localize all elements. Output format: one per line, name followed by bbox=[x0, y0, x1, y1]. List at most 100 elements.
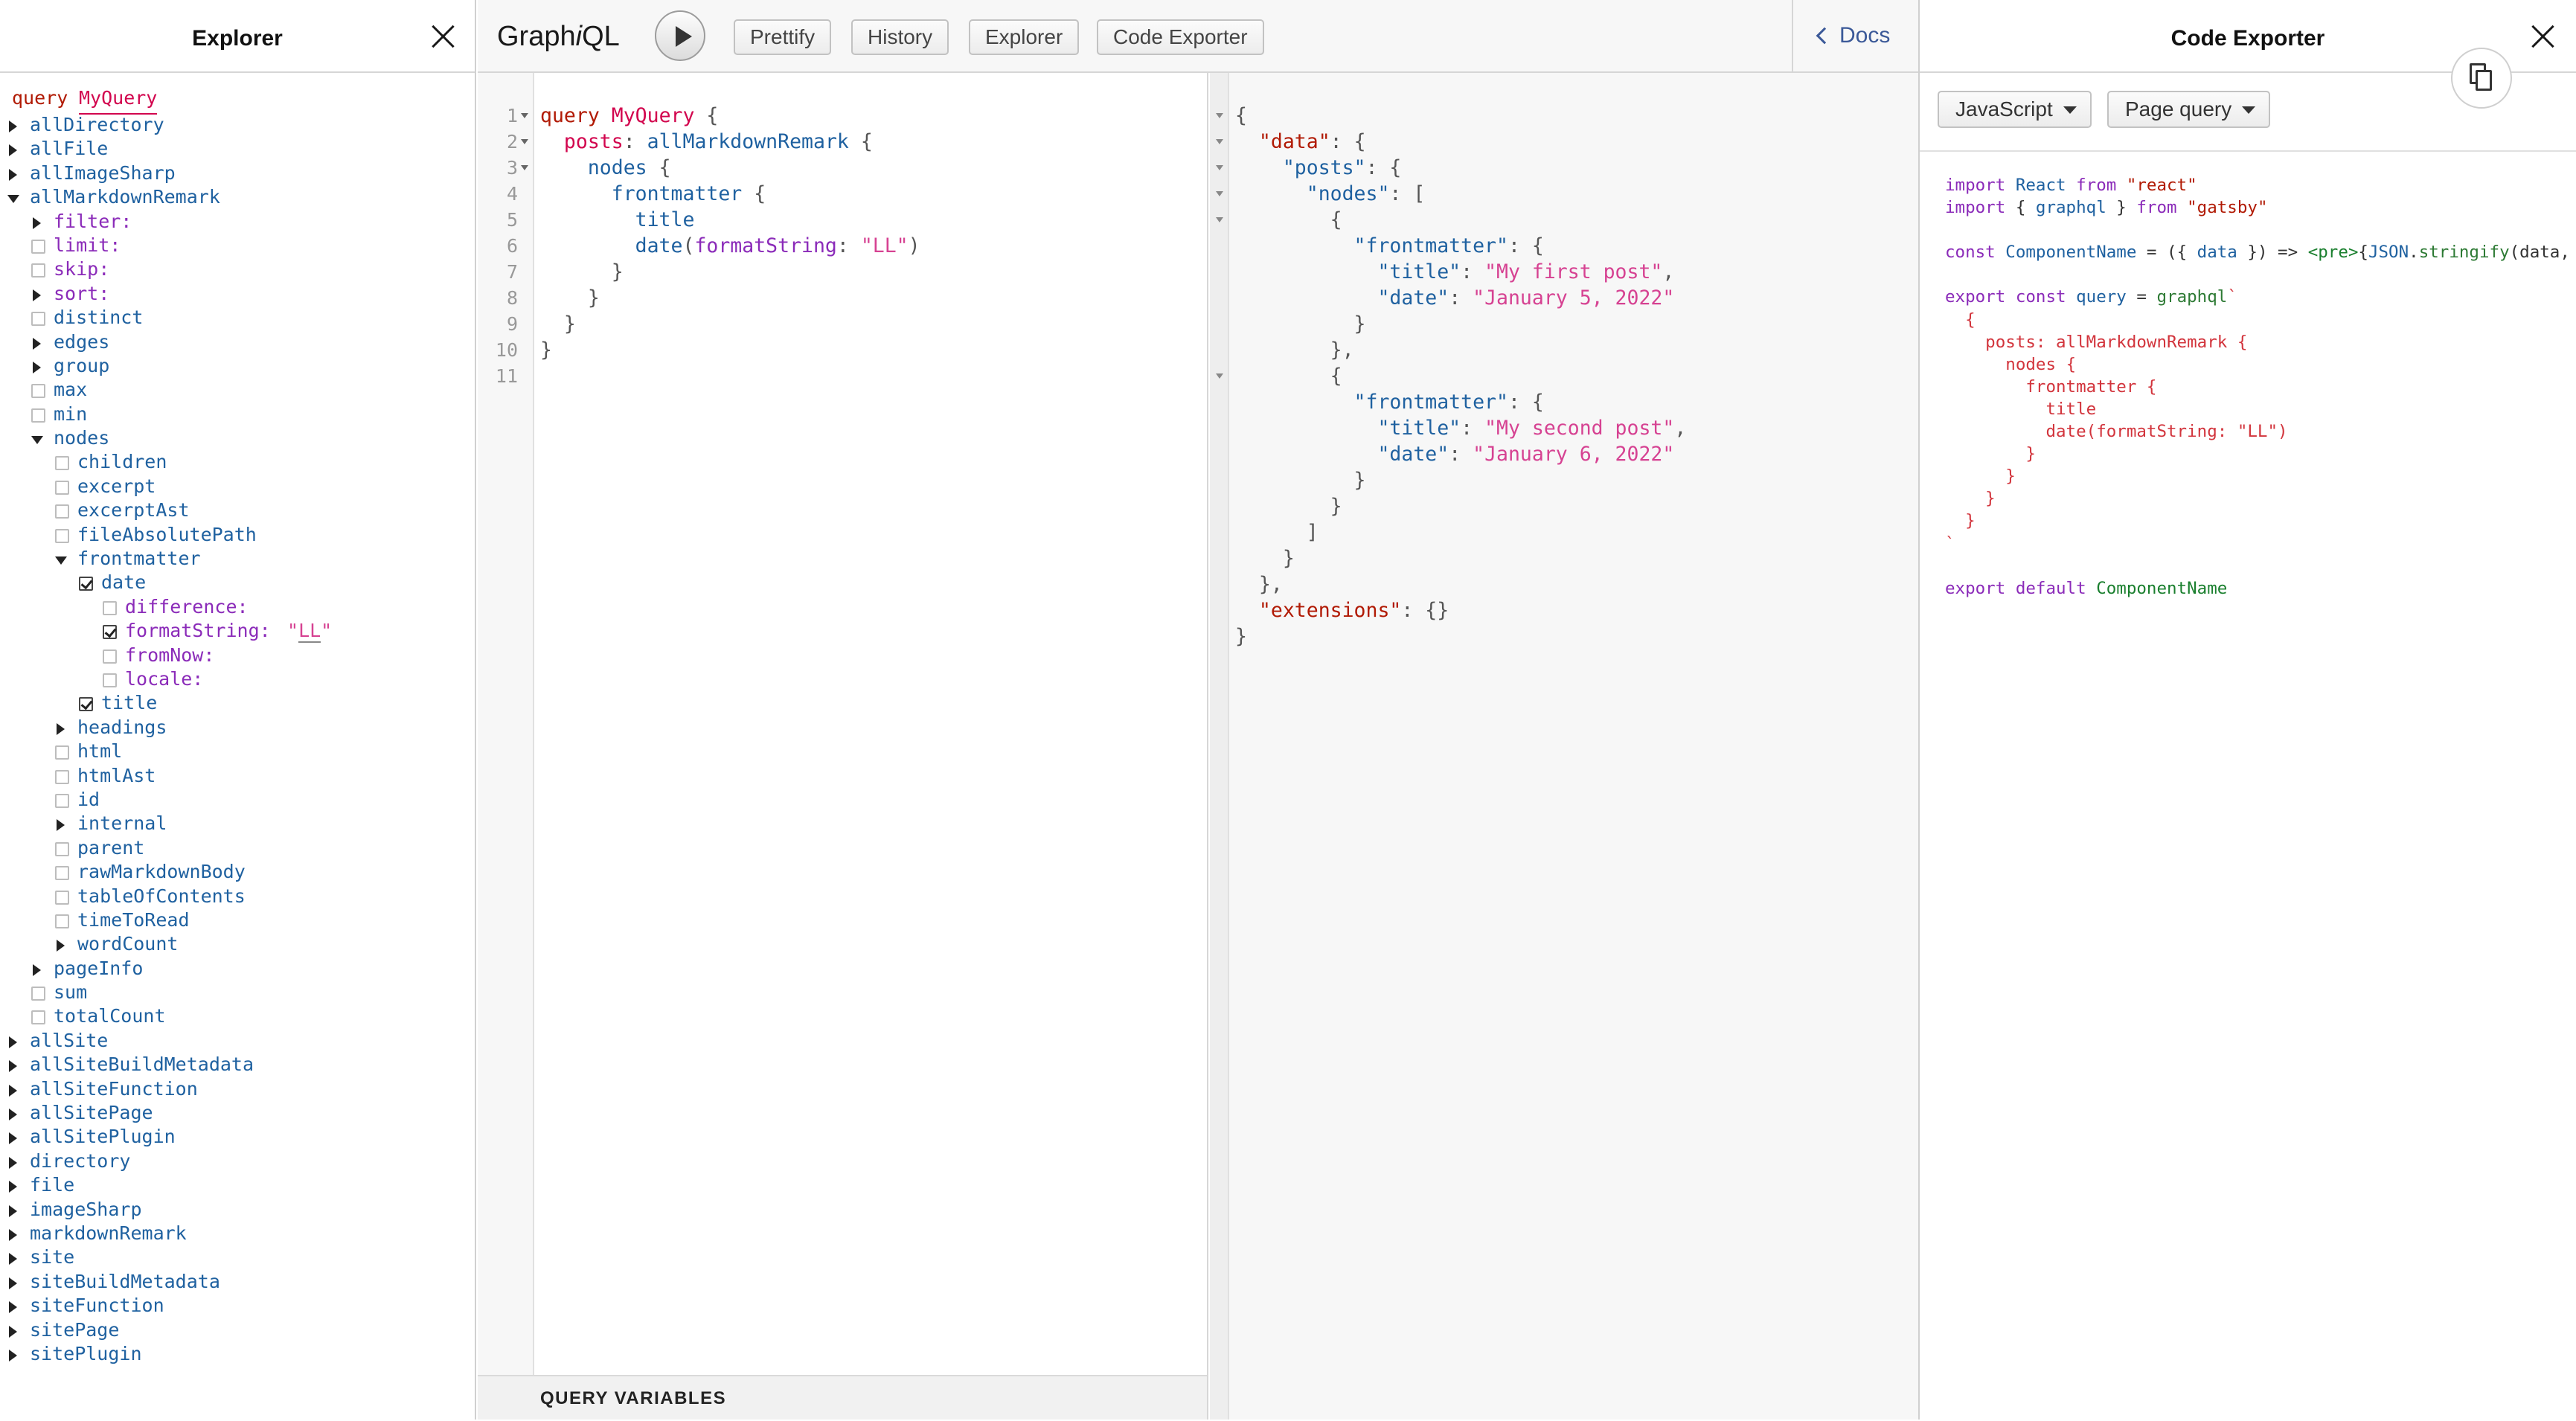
argument-value-input[interactable]: "LL" bbox=[287, 619, 332, 644]
chevron-right-icon[interactable] bbox=[9, 168, 17, 181]
checkbox[interactable] bbox=[55, 914, 69, 928]
chevron-right-icon[interactable] bbox=[9, 1325, 17, 1338]
chevron-right-icon[interactable] bbox=[33, 361, 41, 373]
chevron-right-icon[interactable] bbox=[9, 1301, 17, 1314]
query-mode-select[interactable]: Page query bbox=[2107, 91, 2271, 128]
language-select[interactable]: JavaScript bbox=[1938, 91, 2092, 128]
tree-item-fileabsolutepath[interactable]: fileAbsolutePath bbox=[0, 523, 475, 547]
checkbox[interactable] bbox=[55, 456, 69, 471]
operation-name-input[interactable]: MyQuery bbox=[79, 83, 158, 115]
tree-item-excerptast[interactable]: excerptAst bbox=[0, 498, 475, 522]
code-exporter-button[interactable]: Code Exporter bbox=[1097, 19, 1264, 55]
tree-item-timetoread[interactable]: timeToRead bbox=[0, 908, 475, 932]
fold-toggle-icon[interactable] bbox=[521, 139, 528, 144]
chevron-right-icon[interactable] bbox=[9, 1036, 17, 1048]
tree-item-limit[interactable]: limit: bbox=[0, 234, 475, 257]
fold-toggle-icon[interactable] bbox=[1216, 373, 1223, 379]
tree-item-alldirectory[interactable]: allDirectory bbox=[0, 113, 475, 137]
chevron-right-icon[interactable] bbox=[57, 819, 65, 832]
checkbox[interactable] bbox=[31, 263, 45, 278]
checkbox[interactable] bbox=[103, 649, 117, 664]
tree-item-allsitepage[interactable]: allSitePage bbox=[0, 1101, 475, 1125]
tree-item-fromnow[interactable]: fromNow: bbox=[0, 644, 475, 667]
tree-item-allsite[interactable]: allSite bbox=[0, 1029, 475, 1053]
execute-query-button[interactable] bbox=[655, 10, 705, 61]
checkbox-checked[interactable] bbox=[103, 625, 117, 640]
tree-item-children[interactable]: children bbox=[0, 450, 475, 474]
checkbox[interactable] bbox=[55, 866, 69, 881]
chevron-right-icon[interactable] bbox=[9, 1205, 17, 1217]
tree-item-allmarkdownremark[interactable]: allMarkdownRemark bbox=[0, 185, 475, 209]
query-variables-toggle[interactable]: QUERY VARIABLES bbox=[478, 1375, 1207, 1420]
fold-toggle-icon[interactable] bbox=[521, 113, 528, 118]
fold-toggle-icon[interactable] bbox=[1216, 113, 1223, 118]
chevron-down-icon[interactable] bbox=[31, 436, 43, 445]
tree-item-markdownremark[interactable]: markdownRemark bbox=[0, 1222, 475, 1245]
checkbox[interactable] bbox=[55, 841, 69, 856]
tree-item-siteplugin[interactable]: sitePlugin bbox=[0, 1342, 475, 1366]
tree-item-imagesharp[interactable]: imageSharp bbox=[0, 1198, 475, 1222]
copy-code-button[interactable] bbox=[2451, 48, 2512, 109]
tree-item-locale[interactable]: locale: bbox=[0, 667, 475, 691]
fold-toggle-icon[interactable] bbox=[1216, 165, 1223, 170]
tree-item-pageinfo[interactable]: pageInfo bbox=[0, 957, 475, 981]
tree-item-allsiteplugin[interactable]: allSitePlugin bbox=[0, 1125, 475, 1149]
tree-item-skip[interactable]: skip: bbox=[0, 257, 475, 281]
tree-item-difference[interactable]: difference: bbox=[0, 595, 475, 619]
tree-item-edges[interactable]: edges bbox=[0, 330, 475, 354]
tree-item-wordcount[interactable]: wordCount bbox=[0, 932, 475, 956]
tree-item-distinct[interactable]: distinct bbox=[0, 306, 475, 330]
tree-item-html[interactable]: html bbox=[0, 740, 475, 763]
fold-toggle-icon[interactable] bbox=[1216, 191, 1223, 196]
query-editor[interactable]: 1 2 3 4 5 6 7 8 9 10 11 query MyQuery { posts: all… bbox=[478, 73, 1208, 1420]
tree-item-directory[interactable]: directory bbox=[0, 1149, 475, 1173]
tree-item-allfile[interactable]: allFile bbox=[0, 137, 475, 161]
tree-item-date[interactable]: date bbox=[0, 571, 475, 594]
chevron-right-icon[interactable] bbox=[33, 289, 41, 301]
tree-item-frontmatter[interactable]: frontmatter bbox=[0, 547, 475, 571]
tree-item-totalcount[interactable]: totalCount bbox=[0, 1004, 475, 1028]
checkbox[interactable] bbox=[55, 480, 69, 495]
tree-item-rawmarkdownbody[interactable]: rawMarkdownBody bbox=[0, 860, 475, 884]
chevron-right-icon[interactable] bbox=[33, 216, 41, 229]
prettify-button[interactable]: Prettify bbox=[734, 19, 832, 55]
tree-item-allsitebuildmetadata[interactable]: allSiteBuildMetadata bbox=[0, 1053, 475, 1077]
tree-item-formatstring[interactable]: formatString: "LL" bbox=[0, 619, 475, 644]
tree-item-site[interactable]: site bbox=[0, 1245, 475, 1269]
checkbox[interactable] bbox=[103, 600, 117, 615]
history-button[interactable]: History bbox=[851, 19, 949, 55]
close-exporter-icon[interactable] bbox=[2530, 24, 2555, 49]
chevron-right-icon[interactable] bbox=[9, 144, 17, 157]
fold-toggle-icon[interactable] bbox=[521, 165, 528, 170]
checkbox-checked[interactable] bbox=[79, 697, 93, 712]
checkbox[interactable] bbox=[31, 987, 45, 1001]
tree-item-tableofcontents[interactable]: tableOfContents bbox=[0, 885, 475, 908]
checkbox[interactable] bbox=[31, 408, 45, 423]
tree-item-parent[interactable]: parent bbox=[0, 836, 475, 860]
checkbox[interactable] bbox=[55, 769, 69, 784]
checkbox[interactable] bbox=[31, 239, 45, 254]
checkbox[interactable] bbox=[31, 312, 45, 327]
checkbox[interactable] bbox=[55, 793, 69, 808]
tree-item-title[interactable]: title bbox=[0, 691, 475, 715]
chevron-right-icon[interactable] bbox=[9, 121, 17, 132]
tree-item-sum[interactable]: sum bbox=[0, 981, 475, 1004]
checkbox[interactable] bbox=[103, 673, 117, 687]
tree-item-id[interactable]: id bbox=[0, 788, 475, 812]
chevron-down-icon[interactable] bbox=[55, 556, 67, 565]
chevron-right-icon[interactable] bbox=[9, 1156, 17, 1169]
chevron-right-icon[interactable] bbox=[9, 1060, 17, 1073]
tree-item-file[interactable]: file bbox=[0, 1173, 475, 1197]
chevron-down-icon[interactable] bbox=[7, 195, 19, 204]
close-explorer-icon[interactable] bbox=[430, 24, 455, 49]
checkbox[interactable] bbox=[31, 384, 45, 399]
tree-item-allimagesharp[interactable]: allImageSharp bbox=[0, 161, 475, 185]
checkbox[interactable] bbox=[55, 745, 69, 760]
tree-item-headings[interactable]: headings bbox=[0, 716, 475, 740]
tree-item-htmlast[interactable]: htmlAst bbox=[0, 764, 475, 788]
chevron-right-icon[interactable] bbox=[33, 963, 41, 976]
chevron-right-icon[interactable] bbox=[57, 940, 65, 952]
chevron-right-icon[interactable] bbox=[9, 1132, 17, 1145]
tree-item-nodes[interactable]: nodes bbox=[0, 426, 475, 450]
chevron-right-icon[interactable] bbox=[9, 1253, 17, 1266]
